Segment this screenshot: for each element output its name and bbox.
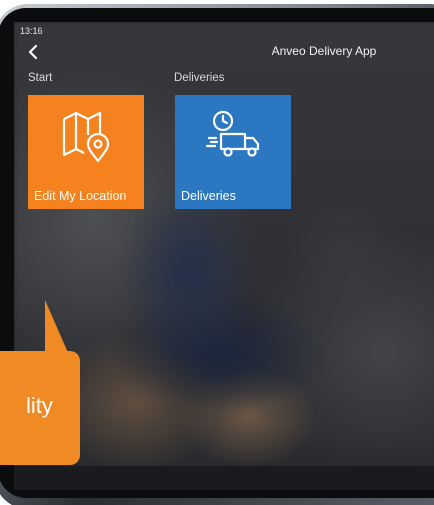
tile-label: Edit My Location: [34, 189, 127, 203]
chevron-left-icon: [28, 44, 38, 60]
nav-bar: Anveo Delivery App: [14, 38, 434, 66]
tile-deliveries[interactable]: Deliveries: [175, 95, 291, 209]
tile-label: Deliveries: [181, 189, 236, 203]
section-label-start: Start: [28, 72, 53, 84]
section-label-deliveries: Deliveries: [174, 72, 225, 84]
delivery-truck-clock-icon: [205, 110, 260, 157]
map-location-icon: [62, 111, 110, 163]
tablet-device: 13:16 Anveo Delivery App Start Deliverie…: [0, 0, 434, 505]
tile-edit-my-location[interactable]: Edit My Location: [28, 95, 144, 209]
bottom-bar: [14, 466, 434, 490]
back-button[interactable]: [22, 41, 44, 63]
callout-text: lity: [26, 393, 53, 418]
app-title: Anveo Delivery App: [271, 44, 377, 58]
status-time: 13:16: [20, 26, 43, 36]
callout-tail: [45, 300, 69, 355]
